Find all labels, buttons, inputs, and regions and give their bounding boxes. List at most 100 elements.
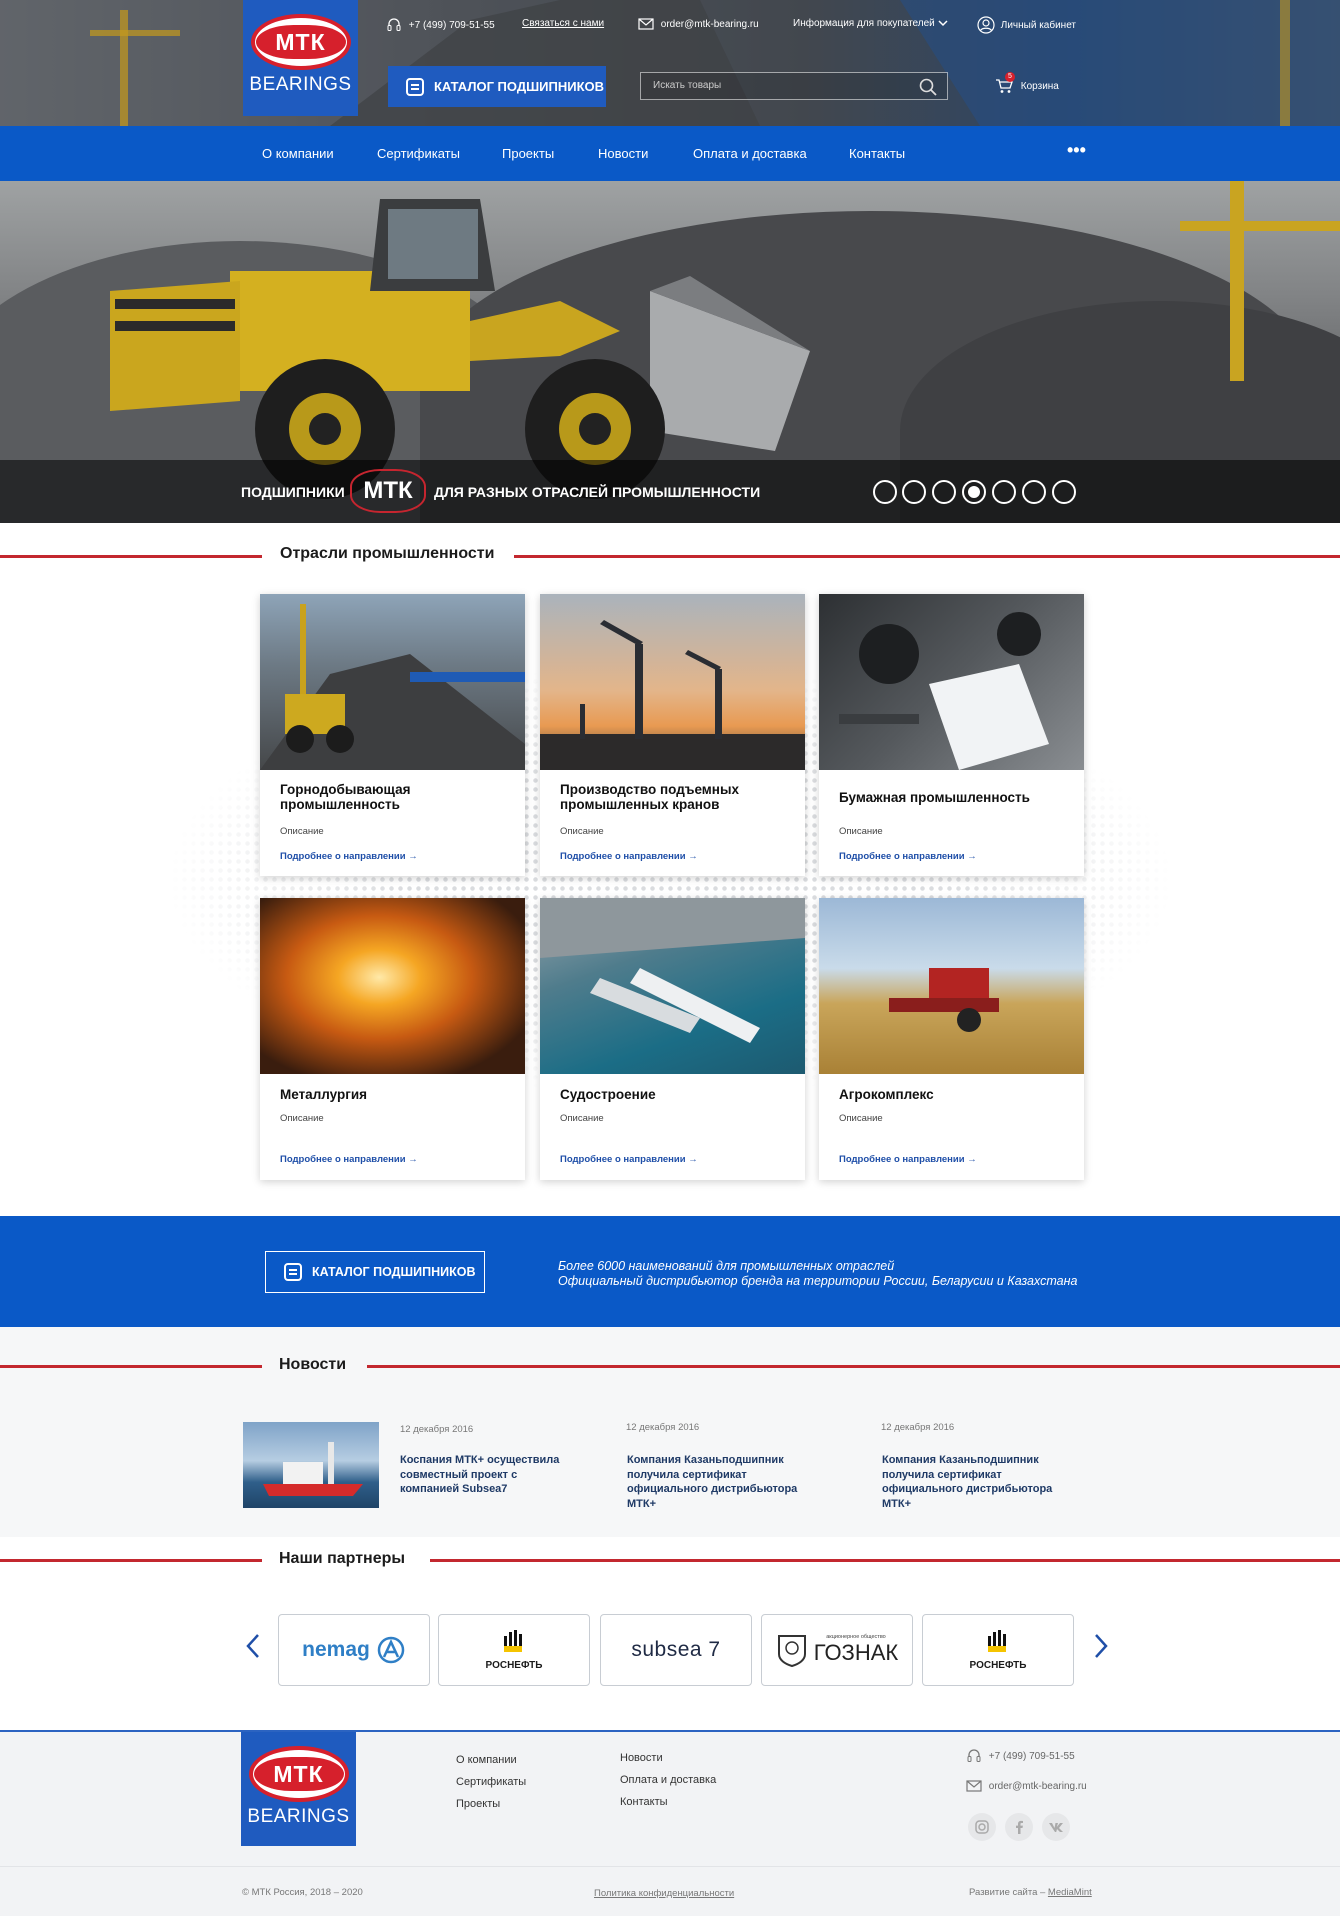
headset-icon (387, 18, 401, 31)
metallurgy-image (260, 898, 525, 1074)
slider-dot-1[interactable] (873, 480, 897, 504)
header-phone[interactable]: +7 (499) 709-51-55 (386, 18, 495, 32)
industry-card-shipbuilding[interactable]: Судостроение Описание Подробнее о направ… (540, 898, 805, 1180)
partner-logo-rosneft-1[interactable]: РОСНЕФТЬ (438, 1614, 590, 1686)
section-divider (514, 555, 1340, 558)
industry-card-metallurgy[interactable]: Металлургия Описание Подробнее о направл… (260, 898, 525, 1180)
card-more-link[interactable]: Подробнее о направлении → (839, 1154, 977, 1165)
section-divider (430, 1559, 1340, 1562)
industry-card-cranes[interactable]: Производство подъемных промышленных кран… (540, 594, 805, 876)
banner-line-1: Более 6000 наименований для промышленных… (558, 1259, 895, 1273)
partners-title: Наши партнеры (279, 1550, 406, 1567)
cart-label: Корзина (1020, 80, 1059, 92)
footer-link-about[interactable]: О компании (456, 1754, 517, 1766)
list-icon (284, 1263, 302, 1281)
partner-logo-subsea7[interactable]: subsea 7 (600, 1614, 752, 1686)
slider-dot-2[interactable] (902, 480, 926, 504)
agro-image (819, 898, 1084, 1074)
nav-more-button[interactable]: ••• (1067, 140, 1086, 161)
header-email[interactable]: order@mtk-bearing.ru (638, 17, 759, 31)
chevron-left-icon (246, 1634, 259, 1658)
subsea7-wordmark: subsea 7 (631, 1638, 721, 1661)
copyright: © МТК Россия, 2018 – 2020 (242, 1887, 363, 1898)
card-more-link[interactable]: Подробнее о направлении → (280, 1154, 418, 1165)
hero-text-right: ДЛЯ РАЗНЫХ ОТРАСЛЕЙ ПРОМЫШЛЕННОСТИ (434, 484, 761, 500)
facebook-icon[interactable] (1005, 1813, 1033, 1841)
developer-link[interactable]: MediaMint (1048, 1887, 1092, 1898)
card-description: Описание (560, 826, 604, 837)
rosneft-wordmark: РОСНЕФТЬ (485, 1659, 543, 1671)
news-item-title[interactable]: Коспания МТК+ осуществила совместный про… (400, 1453, 570, 1497)
hero-text-left: ПОДШИПНИКИ (241, 484, 345, 500)
nav-item-contacts[interactable]: Контакты (849, 146, 905, 161)
search-input[interactable]: Искать товары (640, 72, 948, 100)
account-label: Личный кабинет (1000, 19, 1077, 31)
footer-phone[interactable]: +7 (499) 709-51-55 (966, 1749, 1075, 1763)
partner-logo-goznak[interactable]: акционерное общество ГОЗНАК (761, 1614, 913, 1686)
section-divider (367, 1365, 1340, 1368)
card-title: Производство подъемных промышленных кран… (560, 782, 739, 812)
nav-item-payment-delivery[interactable]: Оплата и доставка (693, 146, 807, 161)
news-item-title[interactable]: Компания Казаньподшипник получила сертиф… (627, 1453, 827, 1511)
footer-divider (0, 1866, 1340, 1867)
footer-link-payment-delivery[interactable]: Оплата и доставка (620, 1774, 716, 1786)
card-description: Описание (560, 1113, 604, 1124)
card-more-link[interactable]: Подробнее о направлении → (560, 851, 698, 862)
news-item-title[interactable]: Компания Казаньподшипник получила сертиф… (882, 1453, 1082, 1511)
contact-us-link[interactable]: Связаться с нами (522, 18, 604, 29)
cart-link[interactable]: 5 Корзина (995, 72, 1059, 94)
card-title: Бумажная промышленность (839, 790, 1030, 805)
privacy-policy-link[interactable]: Политика конфиденциальности (594, 1888, 734, 1899)
card-more-link[interactable]: Подробнее о направлении → (839, 851, 977, 862)
footer-email[interactable]: order@mtk-bearing.ru (966, 1779, 1087, 1793)
partners-prev-arrow[interactable] (245, 1633, 261, 1667)
card-more-link[interactable]: Подробнее о направлении → (560, 1154, 698, 1165)
footer-email-address: order@mtk-bearing.ru (988, 1780, 1087, 1792)
slider-dot-7[interactable] (1052, 480, 1076, 504)
buyers-info-dropdown[interactable]: Информация для покупателей (793, 18, 948, 29)
catalog-button[interactable]: КАТАЛОГ ПОДШИПНИКОВ (388, 66, 606, 107)
card-description: Описание (280, 826, 324, 837)
nav-item-certificates[interactable]: Сертификаты (377, 146, 460, 161)
footer-link-projects[interactable]: Проекты (456, 1798, 500, 1810)
cranes-image (540, 594, 805, 770)
buyers-info-label: Информация для покупателей (793, 18, 935, 29)
partners-next-arrow[interactable] (1093, 1633, 1109, 1667)
banner-catalog-button-label: КАТАЛОГ ПОДШИПНИКОВ (312, 1265, 476, 1279)
slider-dot-4[interactable] (962, 480, 986, 504)
account-link[interactable]: Личный кабинет (977, 16, 1076, 34)
rosneft-wordmark: РОСНЕФТЬ (969, 1659, 1027, 1671)
partner-logo-rosneft-2[interactable]: РОСНЕФТЬ (922, 1614, 1074, 1686)
industry-card-mining[interactable]: Горнодобывающая промышленность Описание … (260, 594, 525, 876)
mtk-logo[interactable]: МТК BEARINGS (243, 0, 358, 116)
footer-mtk-logo[interactable]: МТК BEARINGS (241, 1732, 356, 1846)
search-icon[interactable] (919, 78, 937, 96)
card-title: Горнодобывающая промышленность (280, 782, 411, 812)
news-image-ship[interactable] (243, 1422, 379, 1508)
slider-dot-3[interactable] (932, 480, 956, 504)
nav-item-projects[interactable]: Проекты (502, 146, 554, 161)
slider-dot-5[interactable] (992, 480, 1016, 504)
slider-dot-6[interactable] (1022, 480, 1046, 504)
developer-prefix: Развитие сайта – (969, 1887, 1046, 1898)
card-more-link[interactable]: Подробнее о направлении → (280, 851, 418, 862)
footer-link-certificates[interactable]: Сертификаты (456, 1776, 526, 1788)
footer-link-news[interactable]: Новости (620, 1752, 663, 1764)
banner-catalog-button[interactable]: КАТАЛОГ ПОДШИПНИКОВ (265, 1251, 485, 1293)
rosneft-logo-icon (504, 1629, 522, 1652)
industry-card-paper[interactable]: Бумажная промышленность Описание Подробн… (819, 594, 1084, 876)
instagram-icon[interactable] (968, 1813, 996, 1841)
goznak-wordmark: ГОЗНАК (813, 1640, 899, 1665)
footer-link-contacts[interactable]: Контакты (620, 1796, 668, 1808)
nav-item-news[interactable]: Новости (598, 146, 648, 161)
cart-count-badge: 5 (1005, 72, 1015, 82)
industry-card-agro[interactable]: Агрокомплекс Описание Подробнее о направ… (819, 898, 1084, 1180)
developer-credit: Развитие сайта – MediaMint (969, 1887, 1092, 1898)
partner-logo-nemag[interactable]: nemag (278, 1614, 430, 1686)
card-description: Описание (839, 1113, 883, 1124)
nav-item-about[interactable]: О компании (262, 146, 334, 161)
vk-icon[interactable] (1042, 1813, 1070, 1841)
paper-industry-image (819, 594, 1084, 770)
banner-line-2: Официальный дистрибьютор бренда на терри… (558, 1274, 1078, 1288)
hero-mtk-logo: МТК (350, 469, 426, 513)
